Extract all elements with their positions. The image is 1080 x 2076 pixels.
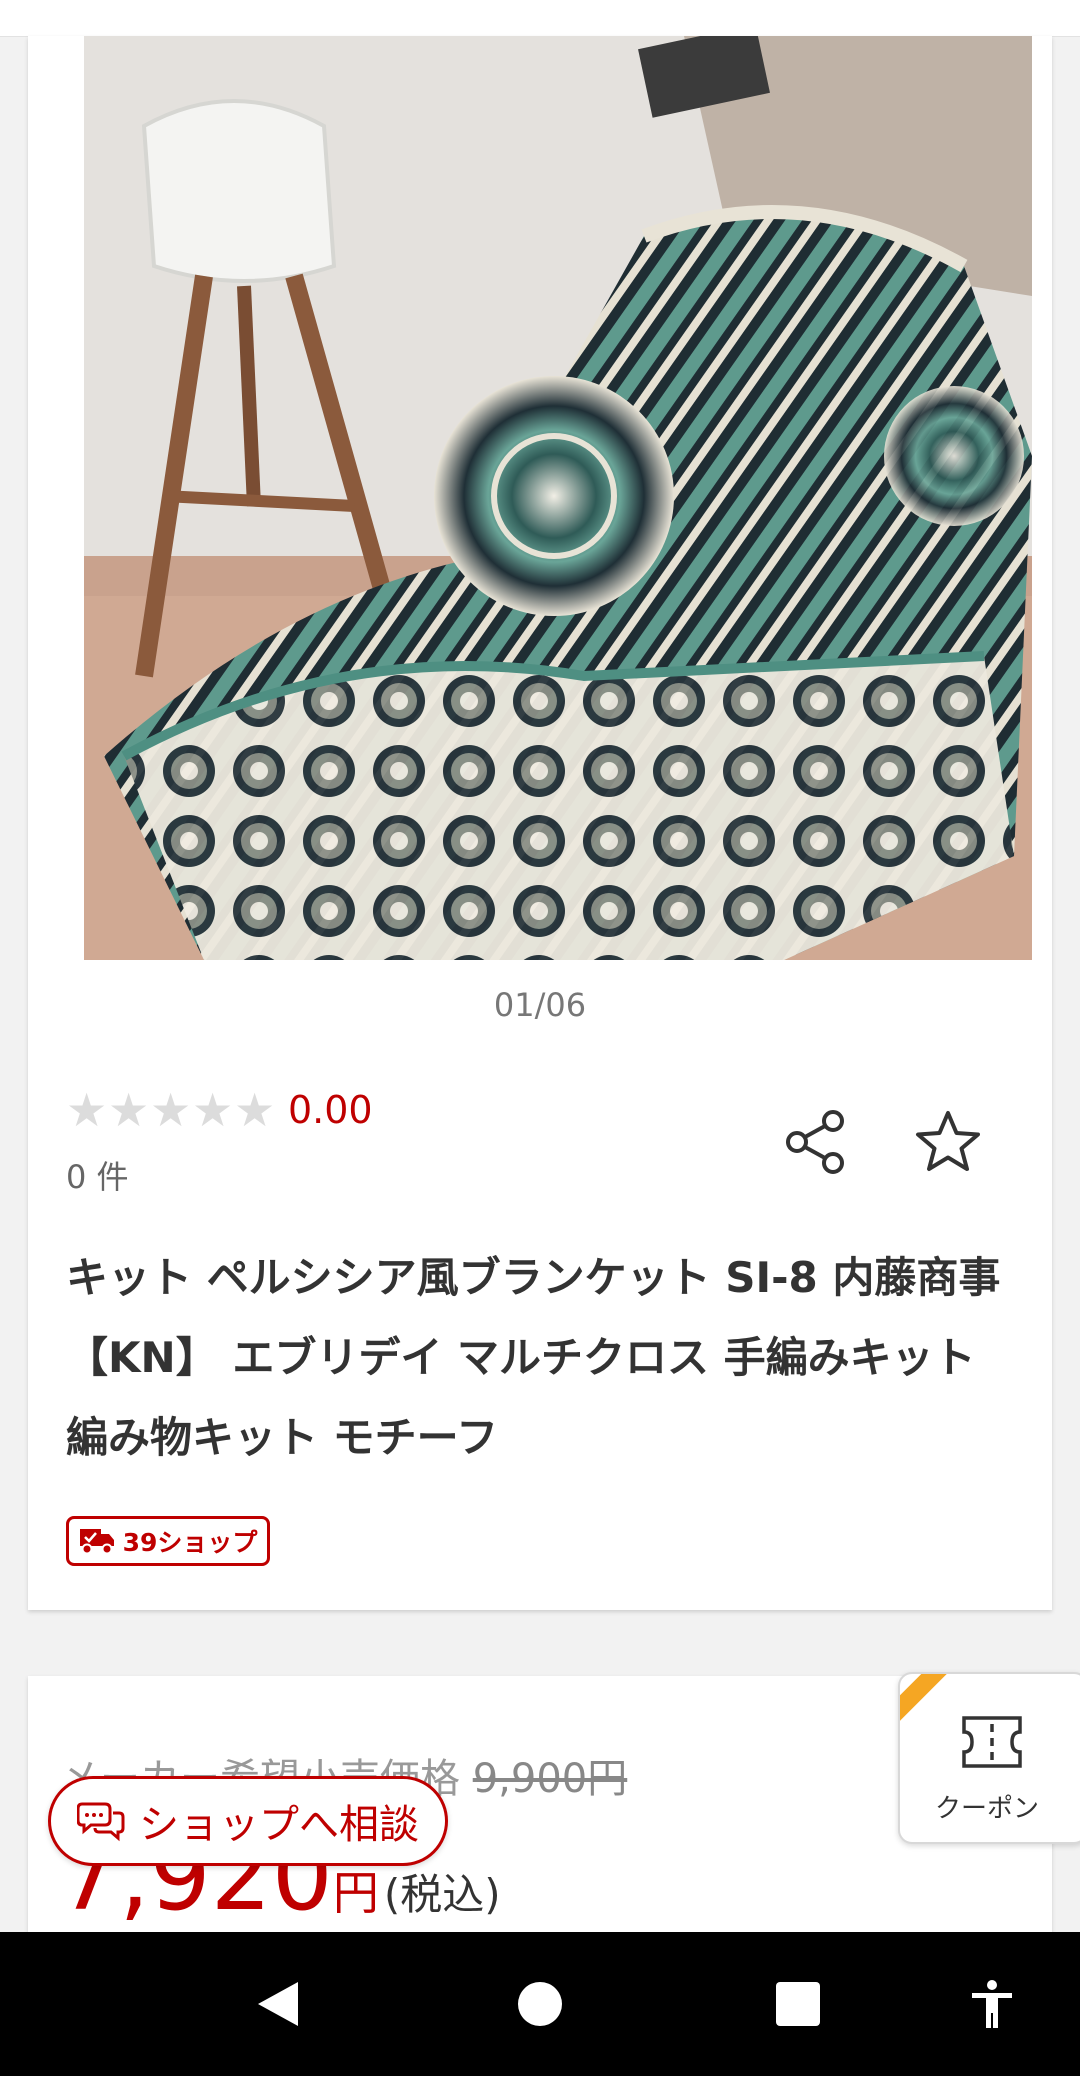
favorite-button[interactable]: [908, 1102, 988, 1182]
back-triangle-icon: [258, 1982, 298, 2026]
star-icon: ★: [66, 1083, 108, 1137]
star-outline-icon: [916, 1111, 980, 1171]
rating-stars[interactable]: ★ ★ ★ ★ ★ 0.00: [66, 1086, 373, 1134]
shipping-badge: 39ショップ: [66, 1516, 270, 1566]
blanket-photo-illustration: [84, 36, 1032, 960]
system-navigation-bar: [0, 1932, 1080, 2076]
star-icon: ★: [192, 1083, 234, 1137]
home-circle-icon: [518, 1982, 562, 2026]
star-icon: ★: [150, 1083, 192, 1137]
star-icon: ★: [108, 1083, 150, 1137]
tax-note: (税込): [383, 1870, 501, 1919]
coupon-label: クーポン: [934, 1794, 1039, 1824]
consult-shop-button[interactable]: ショップへ相談: [48, 1776, 448, 1866]
coupon-corner-ribbon: [900, 1674, 963, 1737]
badge-label: 39ショップ: [122, 1528, 258, 1557]
product-image[interactable]: [84, 36, 1032, 960]
share-button[interactable]: [776, 1102, 856, 1182]
msrp-value: 9,900円: [472, 1756, 628, 1802]
review-count[interactable]: 0 件: [66, 1152, 129, 1198]
top-header-bar: [0, 0, 1080, 37]
truck-icon: [79, 1529, 114, 1555]
nav-accessibility-button[interactable]: [956, 1968, 1028, 2040]
nav-home-button[interactable]: [504, 1968, 576, 2040]
nav-back-button[interactable]: [242, 1968, 314, 2040]
chat-bubbles-icon: [77, 1802, 125, 1842]
share-icon: [786, 1110, 844, 1174]
ticket-icon: [962, 1716, 1022, 1768]
price-currency: 円: [332, 1866, 379, 1920]
nav-recents-button[interactable]: [762, 1968, 834, 2040]
consult-label: ショップへ相談: [139, 1802, 419, 1848]
rating-value: 0.00: [288, 1088, 373, 1132]
product-title: キット ペルシシア風ブランケット SI-8 内藤商事【KN】 エブリデイ マルチ…: [66, 1253, 1001, 1462]
image-counter: 01/06: [493, 986, 587, 1024]
accessibility-icon: [972, 1980, 1012, 2028]
recents-square-icon: [776, 1982, 820, 2026]
star-icon: ★: [234, 1083, 276, 1137]
coupon-button[interactable]: クーポン: [898, 1672, 1080, 1844]
